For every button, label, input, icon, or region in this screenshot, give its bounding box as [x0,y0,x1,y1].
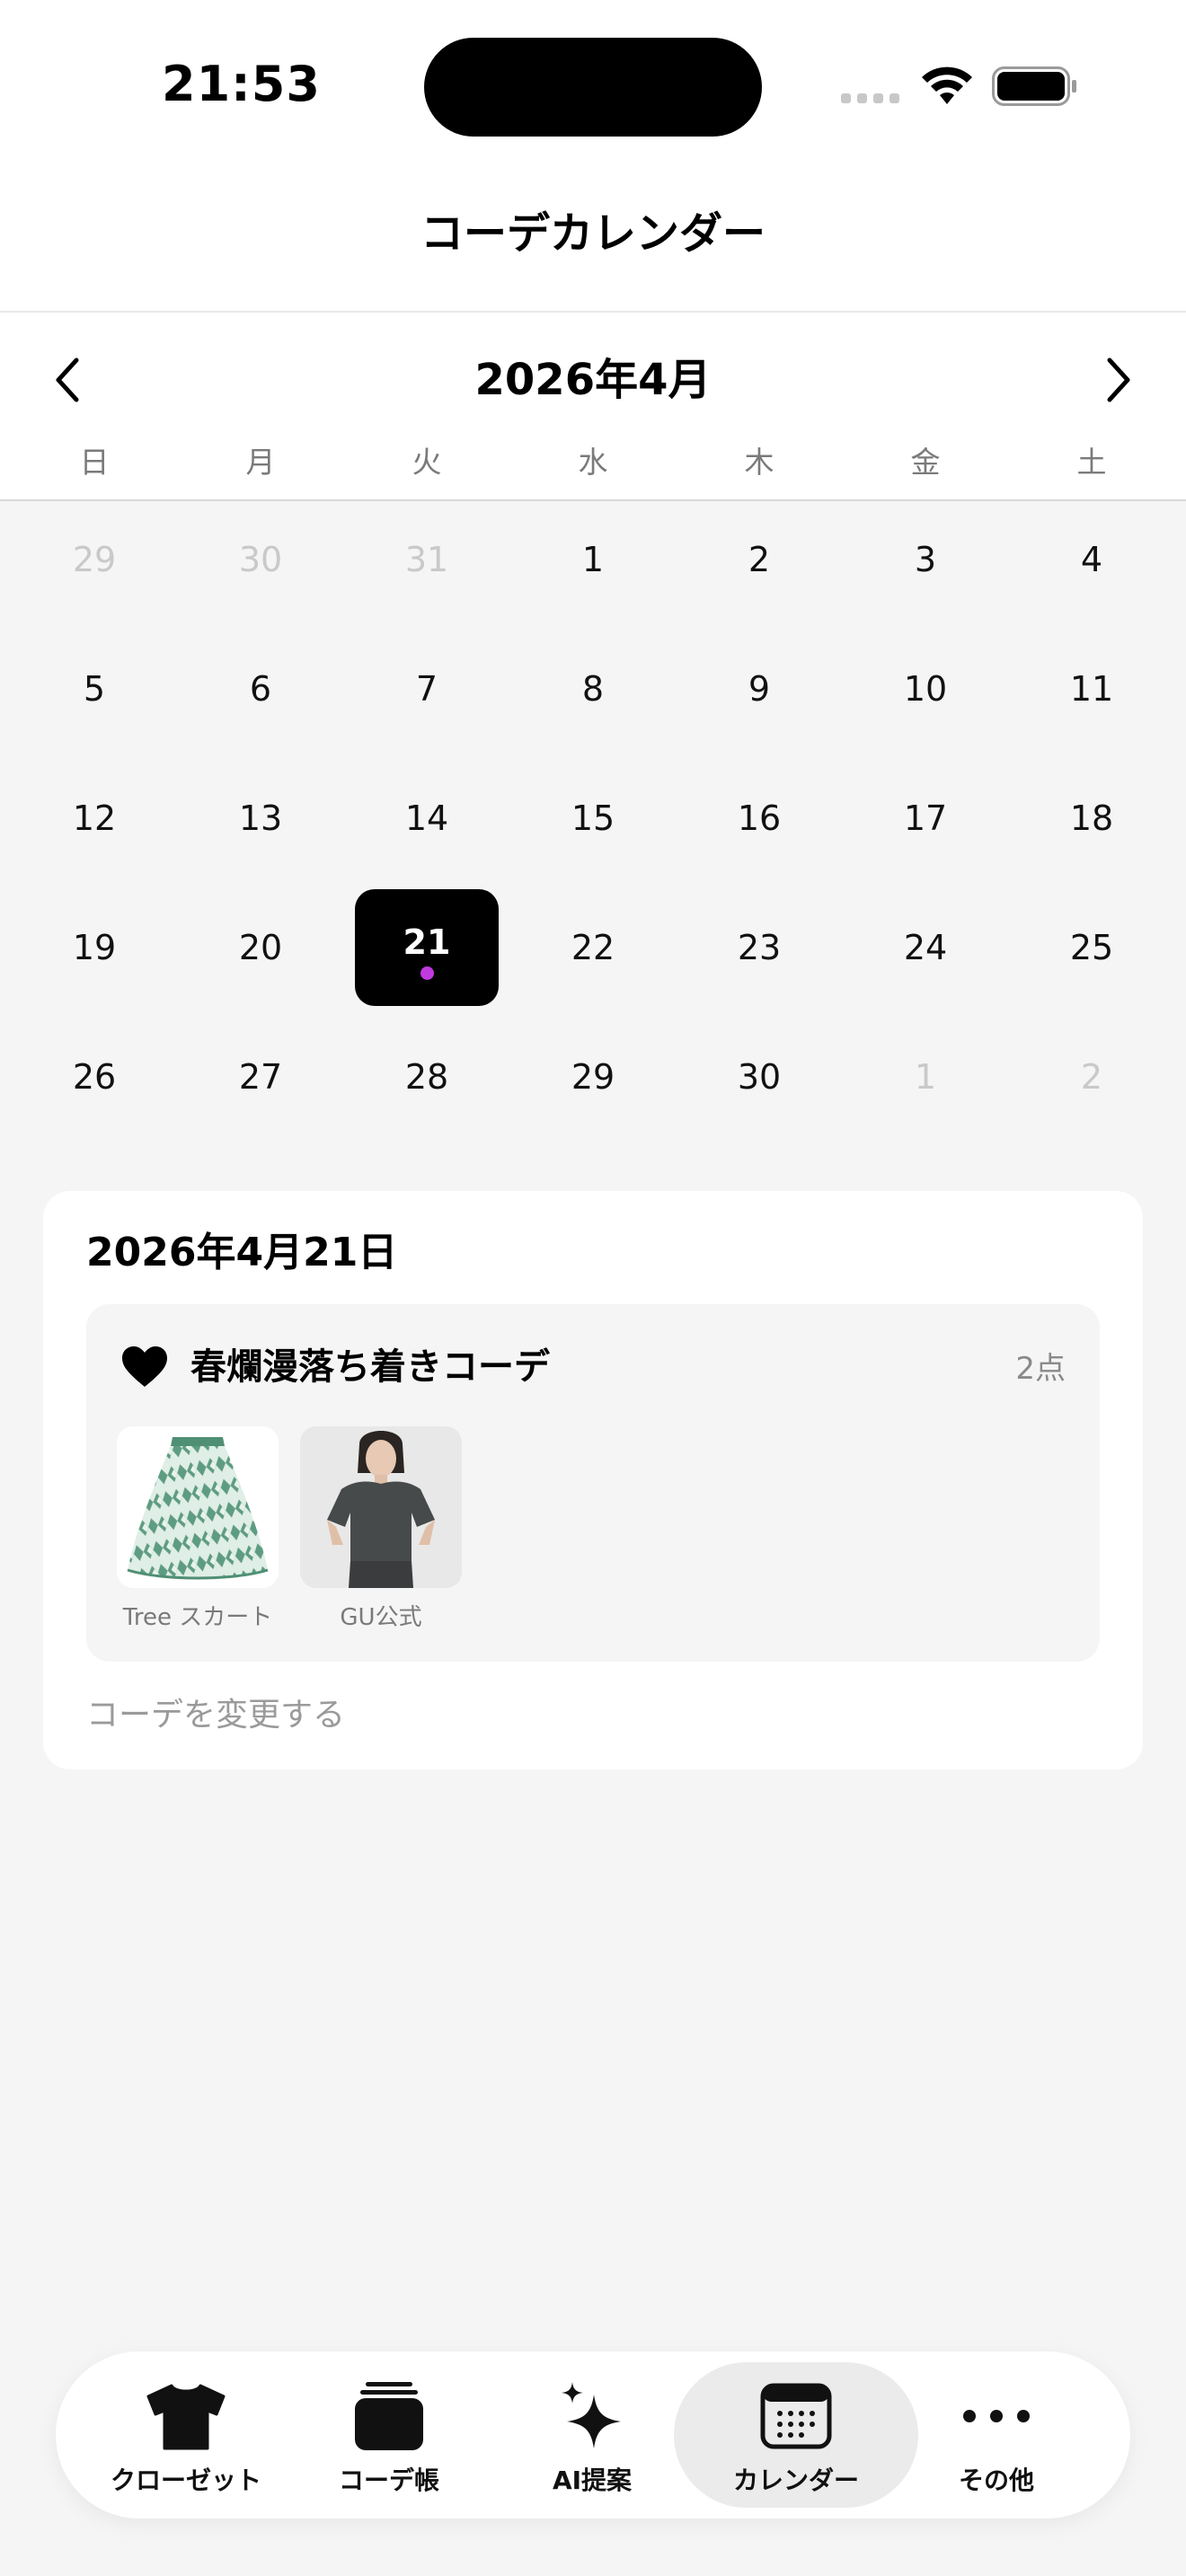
outfit-card[interactable]: 春爛漫落ち着きコーデ 2点 Tree スカート GU公式 [86,1304,1100,1662]
calendar-day[interactable]: 19 [22,889,166,1006]
calendar-day[interactable]: 12 [22,760,166,877]
next-month-button[interactable] [1078,340,1159,420]
tab-label: コーデ帳 [338,2466,439,2495]
chevron-right-icon [1107,357,1130,402]
calendar-day[interactable]: 29 [521,1019,665,1135]
calendar-day[interactable]: 14 [355,760,499,877]
heart-icon[interactable] [120,1345,169,1389]
calendar-day[interactable]: 4 [1020,501,1164,618]
calendar-day-selected[interactable]: 21 [355,889,499,1006]
status-bar: 21:53 [0,0,1186,171]
calendar-day[interactable]: 16 [687,760,831,877]
calendar-day[interactable]: 15 [521,760,665,877]
outfit-name: 春爛漫落ち着きコーデ [190,1346,550,1388]
calendar-day[interactable]: 22 [521,889,665,1006]
weekday-label: 金 [910,445,941,480]
day-detail-card: 2026年4月21日 春爛漫落ち着きコーデ 2点 Tree スカート GU公式 … [43,1191,1143,1769]
item-count-badge: 2点 [1015,1351,1066,1387]
calendar-day[interactable]: 24 [854,889,997,1006]
calendar-day[interactable]: 10 [854,631,997,747]
weekday-header: 日 月 火 水 木 金 土 [0,438,1186,483]
calendar-day[interactable]: 29 [22,501,166,618]
calendar-day[interactable]: 20 [189,889,332,1006]
tab-calendar[interactable]: カレンダー [674,2362,918,2508]
stack-icon [355,2382,423,2450]
weekday-label: 土 [1076,445,1107,480]
calendar-day[interactable]: 6 [189,631,332,747]
more-icon [963,2410,1030,2422]
calendar-day[interactable]: 23 [687,889,831,1006]
bottom-tab-bar: クローゼット コーデ帳 AI提案 カレンダー その他 [56,2351,1130,2519]
month-navigation: 2026年4月 日 月 火 水 木 金 土 [0,313,1186,501]
skirt-photo [117,1426,279,1588]
tab-label: その他 [958,2466,1034,2495]
calendar-day[interactable]: 28 [355,1019,499,1135]
calendar-day[interactable]: 30 [189,501,332,618]
nav-header: コーデカレンダー [0,171,1186,313]
calendar-day[interactable]: 26 [22,1019,166,1135]
calendar-day[interactable]: 17 [854,760,997,877]
selected-date: 2026年4月21日 [86,1230,398,1275]
tab-label: カレンダー [732,2466,859,2495]
calendar-day[interactable]: 25 [1020,889,1164,1006]
calendar-day[interactable]: 30 [687,1019,831,1135]
outfit-item[interactable]: Tree スカート [117,1426,279,1632]
calendar-grid: 29 30 31 1 2 3 4 5 6 7 8 9 10 11 12 13 14 15 16 17 18 19 20 21 2… [0,501,1186,1148]
tshirt-icon [146,2384,226,2450]
calendar-day[interactable]: 13 [189,760,332,877]
outfit-item[interactable]: GU公式 [300,1426,462,1632]
weekday-label: 火 [412,445,442,480]
calendar-day[interactable]: 27 [189,1019,332,1135]
outfit-indicator-dot [420,966,434,980]
calendar-day[interactable]: 1 [854,1019,997,1135]
calendar-day[interactable]: 1 [521,501,665,618]
calendar-day[interactable]: 31 [355,501,499,618]
month-label: 2026年4月 [474,355,712,405]
calendar-day[interactable]: 5 [22,631,166,747]
calendar-day[interactable]: 11 [1020,631,1164,747]
item-label: GU公式 [340,1604,422,1631]
calendar-day[interactable]: 2 [687,501,831,618]
tab-more[interactable]: その他 [895,2362,1098,2508]
tab-label: クローゼット [110,2466,261,2495]
status-time: 21:53 [162,56,321,112]
weekday-label: 木 [744,445,774,480]
calendar-day[interactable]: 3 [854,501,997,618]
weekday-label: 水 [578,445,608,480]
item-label: Tree スカート [122,1604,273,1631]
calendar-day[interactable]: 8 [521,631,665,747]
change-outfit-link[interactable]: コーデを変更する [86,1689,345,1742]
calendar-day[interactable]: 2 [1020,1019,1164,1135]
tab-closet[interactable]: クローゼット [84,2362,288,2508]
tab-label: AI提案 [552,2466,633,2495]
calendar-icon [760,2383,832,2449]
dynamic-island [424,38,762,137]
wifi-icon [922,66,972,104]
cellular-signal-icon [841,93,899,103]
weekday-label: 日 [79,445,110,480]
sparkles-icon [562,2382,621,2448]
weekday-label: 月 [245,445,276,480]
calendar-day[interactable]: 7 [355,631,499,747]
page-title: コーデカレンダー [420,208,766,259]
battery-icon [992,66,1076,106]
tab-ai-suggest[interactable]: AI提案 [491,2362,694,2508]
calendar-day[interactable]: 9 [687,631,831,747]
model-top-photo [300,1426,462,1588]
calendar-day[interactable]: 18 [1020,760,1164,877]
tab-outfit-book[interactable]: コーデ帳 [288,2362,491,2508]
